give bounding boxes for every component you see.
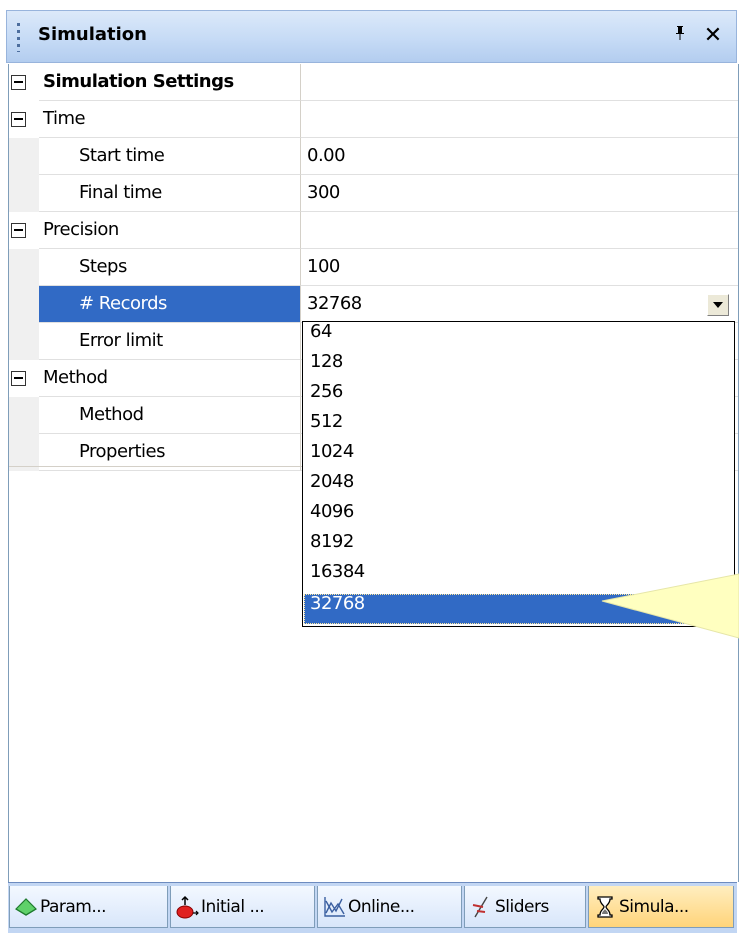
row-label: Method [39, 360, 301, 397]
grid-divider [9, 466, 309, 467]
simulation-panel: Simulation ✕ Simulation Settings Time St… [0, 0, 739, 933]
callout-arrow-icon [601, 573, 739, 639]
dropdown-option[interactable]: 64 [304, 322, 733, 352]
dropdown-option[interactable]: 128 [304, 352, 733, 382]
initial-values-icon [176, 895, 199, 918]
panel-title-bar: Simulation ✕ [6, 10, 737, 63]
grid-row-start-time[interactable]: Start time 0.00 [9, 138, 738, 175]
dropdown-option[interactable]: 8192 [304, 532, 733, 562]
row-value [301, 212, 738, 249]
grid-row-precision[interactable]: Precision [9, 212, 738, 249]
bottom-tab-strip: Param... Initial ... Online... Sliders S… [8, 882, 737, 933]
grid-row-time[interactable]: Time [9, 101, 738, 138]
dropdown-arrow-button[interactable] [707, 294, 729, 316]
tab-online[interactable]: Online... [317, 886, 462, 928]
tab-label: Param... [40, 896, 107, 917]
grid-row-final-time[interactable]: Final time 300 [9, 175, 738, 212]
row-label: Simulation Settings [39, 64, 301, 101]
collapse-icon[interactable] [11, 223, 26, 238]
row-label: Precision [39, 212, 301, 249]
collapse-icon[interactable] [11, 371, 26, 386]
chart-icon [324, 896, 345, 917]
row-label: Final time [39, 175, 301, 212]
tab-label: Initial ... [201, 896, 265, 917]
dropdown-option[interactable]: 1024 [304, 442, 733, 472]
dropdown-option[interactable]: 256 [304, 382, 733, 412]
row-label: Steps [39, 249, 301, 286]
sliders-icon [472, 896, 488, 917]
close-icon[interactable]: ✕ [701, 24, 725, 48]
final-time-value[interactable]: 300 [301, 175, 738, 212]
pin-icon[interactable] [669, 25, 691, 47]
panel-title: Simulation [38, 24, 147, 45]
tab-simulation[interactable]: Simula... [588, 886, 734, 928]
tab-label: Sliders [495, 896, 549, 917]
row-label: Method [39, 397, 301, 434]
row-label: Time [39, 101, 301, 138]
tab-sliders[interactable]: Sliders [464, 886, 586, 928]
tab-initial[interactable]: Initial ... [170, 886, 315, 928]
tab-label: Simula... [619, 896, 689, 917]
row-value [301, 64, 738, 101]
grid-row-steps[interactable]: Steps 100 [9, 249, 738, 286]
tab-parameters[interactable]: Param... [9, 886, 168, 928]
start-time-value[interactable]: 0.00 [301, 138, 738, 175]
tab-label: Online... [348, 896, 415, 917]
grid-row-records[interactable]: # Records 32768 [9, 286, 738, 323]
flask-icon [15, 897, 37, 916]
collapse-icon[interactable] [11, 112, 26, 127]
records-value[interactable]: 32768 [301, 286, 738, 323]
steps-value[interactable]: 100 [301, 249, 738, 286]
row-label: Error limit [39, 323, 301, 360]
collapse-icon[interactable] [11, 75, 26, 90]
dropdown-option[interactable]: 512 [304, 412, 733, 442]
row-label: Start time [39, 138, 301, 175]
drag-grip-icon[interactable] [17, 23, 20, 52]
row-label: # Records [39, 286, 301, 323]
dropdown-option[interactable]: 4096 [304, 502, 733, 532]
row-value [301, 101, 738, 138]
dropdown-option[interactable]: 2048 [304, 472, 733, 502]
grid-row-simulation-settings[interactable]: Simulation Settings [9, 64, 738, 101]
records-value-text: 32768 [307, 293, 362, 314]
hourglass-icon [597, 895, 613, 918]
